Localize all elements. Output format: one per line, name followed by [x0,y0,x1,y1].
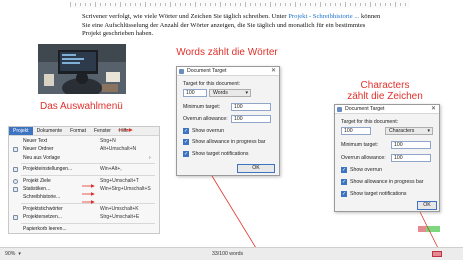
word-count: 33/100 words [212,251,244,257]
arrow-line [419,211,439,249]
zoom-value: 90% [5,251,16,257]
status-bar: 90% ▾ 33/100 words [0,247,463,260]
target-progress-bar[interactable] [432,251,442,257]
chevron-down-icon: ▾ [18,251,21,257]
annotation-arrows [82,128,439,249]
zoom-control[interactable]: 90% ▾ [5,251,21,257]
arrow-line [211,175,257,249]
